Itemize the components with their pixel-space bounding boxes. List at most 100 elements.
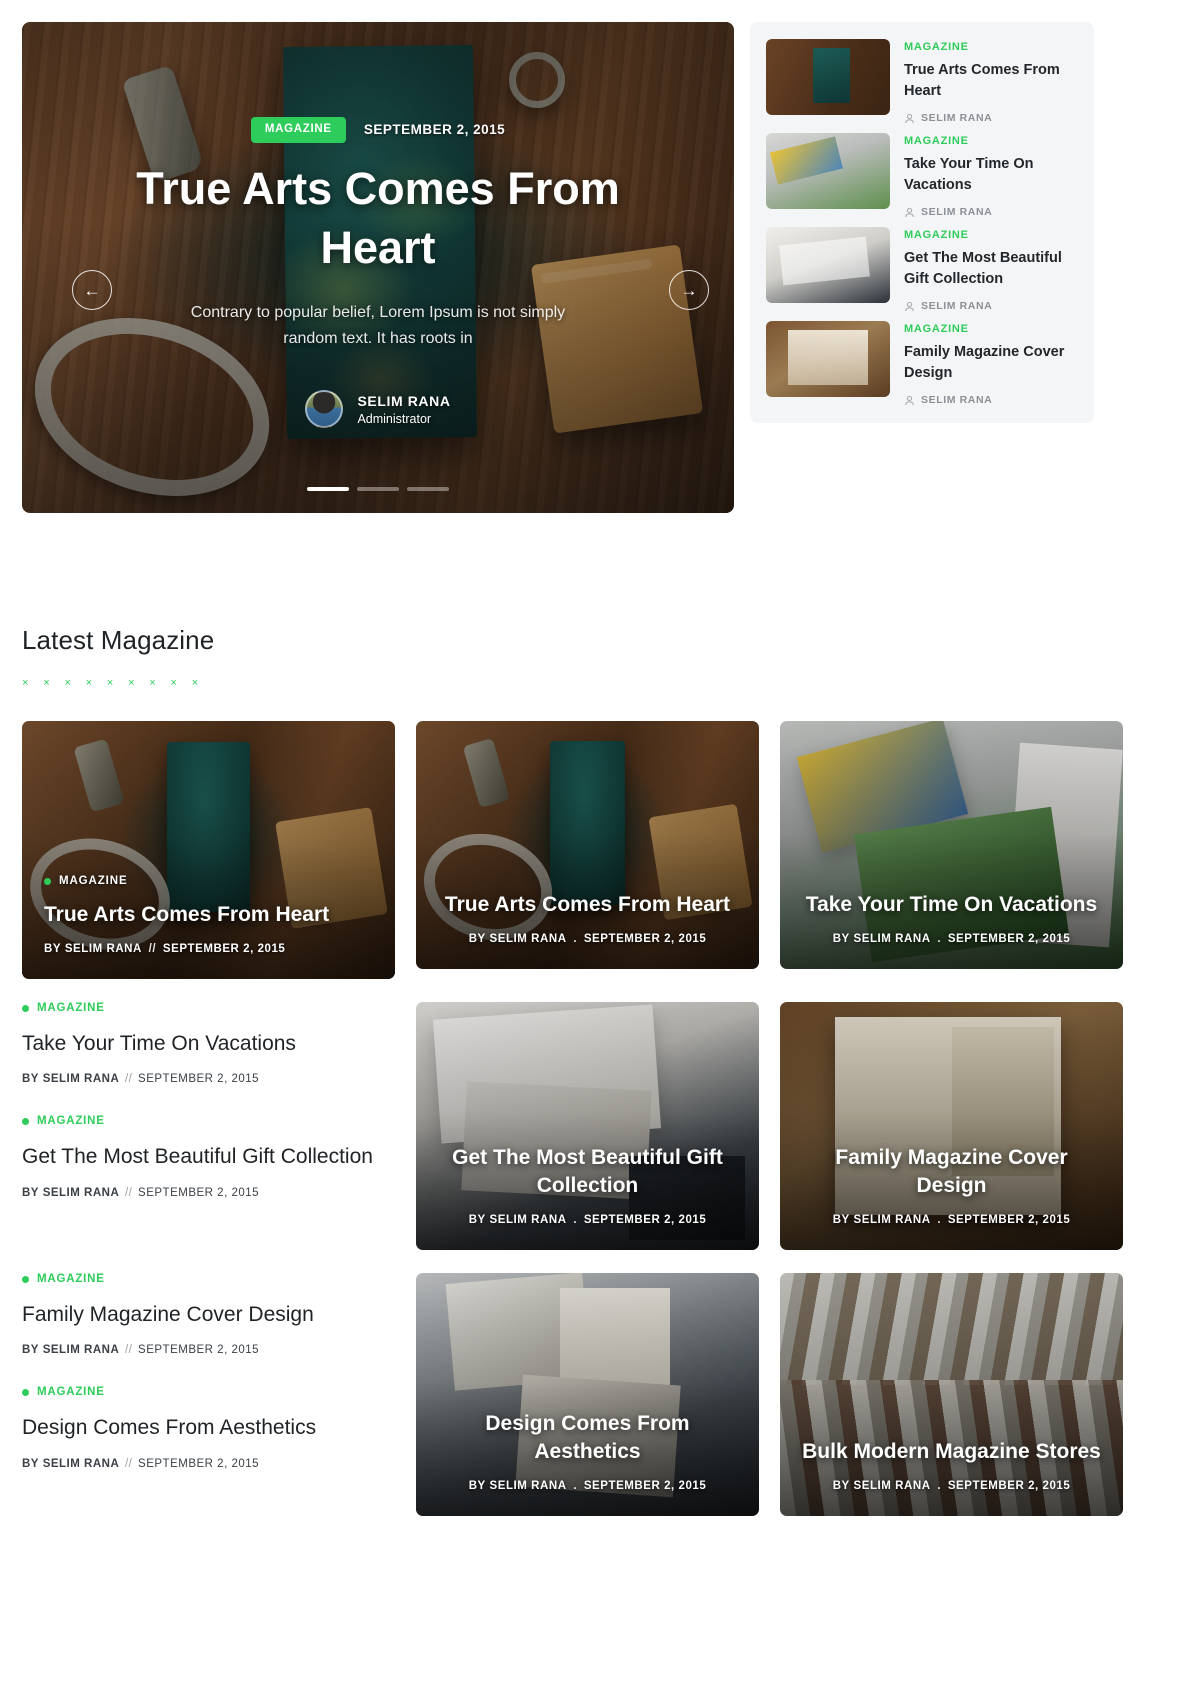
top-section: MAGAZINE SEPTEMBER 2, 2015 True Arts Com… (0, 0, 1200, 513)
sidebar-popular-list: MAGAZINE True Arts Comes From Heart SELI… (750, 22, 1094, 424)
divider (22, 1356, 395, 1386)
sidebar-item-body: MAGAZINE Get The Most Beautiful Gift Col… (904, 227, 1078, 312)
hero-category-badge[interactable]: MAGAZINE (250, 117, 346, 143)
dot-icon (22, 1388, 29, 1396)
post-meta: BY SELIM RANA // SEPTEMBER 2, 2015 (22, 1073, 395, 1085)
post-category-label: MAGAZINE (37, 1115, 105, 1128)
magazine-card-by-label: BY (832, 933, 850, 945)
slider-dot-2[interactable] (357, 487, 399, 491)
sidebar-item-author: SELIM RANA (904, 112, 1078, 124)
sidebar-item-category[interactable]: MAGAZINE (904, 229, 1078, 241)
dot-icon (22, 1004, 29, 1012)
magazine-card-title[interactable]: Family Magazine Cover Design (802, 1144, 1101, 1201)
hero-content: MAGAZINE SEPTEMBER 2, 2015 True Arts Com… (22, 22, 734, 513)
sidebar-item-body: MAGAZINE Take Your Time On Vacations SEL… (904, 133, 1078, 218)
magazine-card-separator: . (573, 1214, 578, 1226)
post-author: SELIM RANA (42, 1457, 120, 1470)
post-title[interactable]: Take Your Time On Vacations (22, 1030, 395, 1058)
list-item[interactable]: MAGAZINE Take Your Time On Vacations BY … (22, 1002, 395, 1085)
post-title[interactable]: Family Magazine Cover Design (22, 1301, 395, 1329)
magazine-card-title[interactable]: Get The Most Beautiful Gift Collection (438, 1144, 737, 1201)
magazine-card-author: SELIM RANA (853, 1214, 931, 1226)
magazine-card-body: Get The Most Beautiful Gift Collection B… (416, 1144, 759, 1250)
post-category-label: MAGAZINE (37, 1386, 105, 1399)
post-title[interactable]: Get The Most Beautiful Gift Collection (22, 1143, 395, 1171)
sidebar-item[interactable]: MAGAZINE True Arts Comes From Heart SELI… (766, 39, 1078, 124)
post-category[interactable]: MAGAZINE (22, 1386, 395, 1398)
post-author: SELIM RANA (42, 1073, 120, 1086)
magazine-card[interactable]: Get The Most Beautiful Gift Collection B… (416, 1002, 759, 1250)
sidebar-item-title[interactable]: Take Your Time On Vacations (904, 154, 1078, 196)
post-list-column-a: MAGAZINE Take Your Time On Vacations BY … (22, 1002, 395, 1199)
sidebar-item-author-name: SELIM RANA (921, 394, 993, 407)
post-date: SEPTEMBER 2, 2015 (138, 1457, 260, 1470)
hero-author[interactable]: SELIM RANA Administrator (305, 390, 450, 428)
magazine-card-separator: . (573, 1480, 578, 1492)
magazine-card-date: SEPTEMBER 2, 2015 (583, 1480, 707, 1492)
user-icon (905, 207, 914, 217)
slider-pagination[interactable] (22, 487, 734, 491)
magazine-card-title[interactable]: True Arts Comes From Heart (438, 891, 737, 920)
post-category-label: MAGAZINE (37, 1273, 105, 1285)
magazine-grid: MAGAZINE True Arts Comes From Heart BY S… (22, 721, 1178, 1516)
magazine-card-separator: . (573, 933, 578, 945)
post-category[interactable]: MAGAZINE (22, 1115, 395, 1127)
magazine-card[interactable]: True Arts Comes From Heart BY SELIM RANA… (416, 721, 759, 969)
post-category[interactable]: MAGAZINE (22, 1273, 395, 1285)
post-by-label: BY (22, 1457, 39, 1470)
sidebar-item-author-name: SELIM RANA (921, 300, 993, 313)
post-separator: // (124, 1186, 133, 1199)
list-item[interactable]: MAGAZINE Design Comes From Aesthetics BY… (22, 1386, 395, 1470)
sidebar-thumbnail (766, 133, 890, 210)
magazine-card-title[interactable]: Bulk Modern Magazine Stores (802, 1438, 1101, 1467)
hero-title[interactable]: True Arts Comes From Heart (118, 159, 638, 279)
sidebar-item[interactable]: MAGAZINE Family Magazine Cover Design SE… (766, 321, 1078, 406)
magazine-card-separator: . (937, 1480, 942, 1492)
magazine-card-date: SEPTEMBER 2, 2015 (583, 1214, 707, 1226)
feature-card-title[interactable]: True Arts Comes From Heart (44, 901, 373, 930)
list-item[interactable]: MAGAZINE Get The Most Beautiful Gift Col… (22, 1115, 395, 1199)
sidebar-item[interactable]: MAGAZINE Take Your Time On Vacations SEL… (766, 133, 1078, 218)
sidebar-item-category[interactable]: MAGAZINE (904, 41, 1078, 53)
sidebar-item-title[interactable]: Family Magazine Cover Design (904, 342, 1078, 384)
feature-card-category-label: MAGAZINE (59, 875, 128, 888)
sidebar-item-title[interactable]: True Arts Comes From Heart (904, 60, 1078, 102)
magazine-card-body: True Arts Comes From Heart BY SELIM RANA… (416, 891, 759, 969)
magazine-card-body: Family Magazine Cover Design BY SELIM RA… (780, 1144, 1123, 1250)
hero-author-role: Administrator (357, 411, 432, 426)
slider-dot-1[interactable] (307, 487, 349, 491)
magazine-card-by-label: BY (832, 1480, 850, 1492)
sidebar-thumbnail (766, 321, 890, 398)
arrow-left-icon[interactable]: ← (72, 270, 112, 310)
magazine-card-meta: BY SELIM RANA . SEPTEMBER 2, 2015 (802, 933, 1101, 945)
magazine-card[interactable]: Take Your Time On Vacations BY SELIM RAN… (780, 721, 1123, 969)
magazine-card-separator: . (937, 1214, 942, 1226)
section-decoration: × × × × × × × × × (22, 678, 203, 690)
user-icon (905, 395, 914, 405)
magazine-card[interactable]: Family Magazine Cover Design BY SELIM RA… (780, 1002, 1123, 1250)
magazine-card[interactable]: Bulk Modern Magazine Stores BY SELIM RAN… (780, 1273, 1123, 1516)
magazine-card-title[interactable]: Design Comes From Aesthetics (438, 1410, 737, 1467)
feature-card[interactable]: MAGAZINE True Arts Comes From Heart BY S… (22, 721, 395, 979)
sidebar-item-category[interactable]: MAGAZINE (904, 135, 1078, 147)
post-list-column-b: MAGAZINE Family Magazine Cover Design BY… (22, 1273, 395, 1470)
arrow-right-icon[interactable]: → (669, 270, 709, 310)
magazine-card[interactable]: Design Comes From Aesthetics BY SELIM RA… (416, 1273, 759, 1516)
sidebar-item-author: SELIM RANA (904, 206, 1078, 218)
sidebar-item[interactable]: MAGAZINE Get The Most Beautiful Gift Col… (766, 227, 1078, 312)
feature-card-date: SEPTEMBER 2, 2015 (162, 943, 286, 955)
post-title[interactable]: Design Comes From Aesthetics (22, 1414, 395, 1442)
hero-author-text: SELIM RANA Administrator (357, 393, 450, 426)
post-separator: // (124, 1073, 133, 1086)
list-item[interactable]: MAGAZINE Family Magazine Cover Design BY… (22, 1273, 395, 1356)
post-category[interactable]: MAGAZINE (22, 1002, 395, 1014)
magazine-card-date: SEPTEMBER 2, 2015 (947, 1214, 1071, 1226)
magazine-card-author: SELIM RANA (489, 1214, 567, 1226)
feature-card-category[interactable]: MAGAZINE (44, 875, 373, 887)
magazine-card-title[interactable]: Take Your Time On Vacations (802, 891, 1101, 920)
sidebar-item-category[interactable]: MAGAZINE (904, 323, 1078, 335)
hero-slider[interactable]: MAGAZINE SEPTEMBER 2, 2015 True Arts Com… (22, 22, 734, 513)
sidebar-item-title[interactable]: Get The Most Beautiful Gift Collection (904, 248, 1078, 290)
page-title: Latest Magazine (22, 625, 215, 655)
slider-dot-3[interactable] (407, 487, 449, 491)
